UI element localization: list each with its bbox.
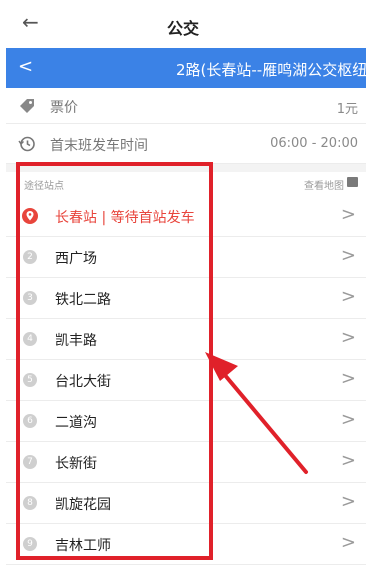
fare-row: 票价 1元 <box>6 88 366 124</box>
fare-label: 票价 <box>50 100 78 116</box>
schedule-label: 首末班发车时间 <box>50 138 148 154</box>
map-icon[interactable] <box>347 177 358 187</box>
stop-name: 台北大街 <box>55 374 111 390</box>
app-header: ← 公交 <box>0 0 366 48</box>
tag-icon <box>20 99 34 113</box>
stop-name: 二道沟 <box>55 415 97 431</box>
location-pin-icon <box>22 208 38 224</box>
stops-section-label: 途径站点 <box>24 181 64 192</box>
chevron-left-icon[interactable]: < <box>18 57 33 77</box>
stop-number-badge: 4 <box>23 332 37 346</box>
chevron-right-icon: > <box>340 286 356 307</box>
list-item-stop-5[interactable]: 5 台北大街 > <box>6 360 366 401</box>
history-clock-icon <box>18 136 35 152</box>
chevron-right-icon: > <box>340 409 356 430</box>
stop-name: 西广场 <box>55 251 97 267</box>
stop-name: 铁北二路 <box>55 292 111 308</box>
stop-number-badge: 3 <box>23 291 37 305</box>
stop-name: 长新街 <box>55 456 97 472</box>
stop-number-badge: 5 <box>23 373 37 387</box>
list-item-stop-6[interactable]: 6 二道沟 > <box>6 401 366 442</box>
stop-number-badge: 6 <box>23 414 37 428</box>
chevron-right-icon: > <box>340 491 356 512</box>
stops-header: 途径站点 查看地图 <box>6 172 366 196</box>
page-title: 公交 <box>166 19 199 38</box>
list-item-stop-4[interactable]: 4 凯丰路 > <box>6 319 366 360</box>
chevron-right-icon: > <box>340 368 356 389</box>
list-item-stop-3[interactable]: 3 铁北二路 > <box>6 278 366 319</box>
chevron-right-icon: > <box>340 450 356 471</box>
stop-number-badge: 8 <box>23 496 37 510</box>
list-item-stop-8[interactable]: 8 凯旋花园 > <box>6 483 366 524</box>
stop-name: 吉林工师 <box>55 538 111 554</box>
chevron-right-icon: > <box>340 327 356 348</box>
chevron-right-icon: > <box>340 204 356 225</box>
fare-value: 1元 <box>336 102 358 117</box>
stop-number-badge: 9 <box>23 537 37 551</box>
list-item-stop-1[interactable]: 长春站 | 等待首站发车 > <box>6 196 366 237</box>
stop-name: 凯丰路 <box>55 333 97 349</box>
chevron-right-icon: > <box>340 245 356 266</box>
schedule-row: 首末班发车时间 06:00 - 20:00 <box>6 124 366 164</box>
stop-number-badge: 2 <box>23 250 37 264</box>
section-divider <box>6 164 366 172</box>
route-title: 2路(长春站--雁鸣湖公交枢纽 <box>176 61 366 79</box>
schedule-value: 06:00 - 20:00 <box>270 136 358 151</box>
list-item-stop-2[interactable]: 2 西广场 > <box>6 237 366 278</box>
chevron-right-icon: > <box>340 532 356 553</box>
list-item-stop-9[interactable]: 9 吉林工师 > <box>6 524 366 565</box>
view-map-link[interactable]: 查看地图 <box>304 177 344 192</box>
stop-name: 凯旋花园 <box>55 497 111 513</box>
route-title-bar: < 2路(长春站--雁鸣湖公交枢纽 <box>6 48 366 88</box>
stop-number-badge: 7 <box>23 455 37 469</box>
stop-name: 长春站 | 等待首站发车 <box>55 210 195 226</box>
list-item-stop-7[interactable]: 7 长新街 > <box>6 442 366 483</box>
